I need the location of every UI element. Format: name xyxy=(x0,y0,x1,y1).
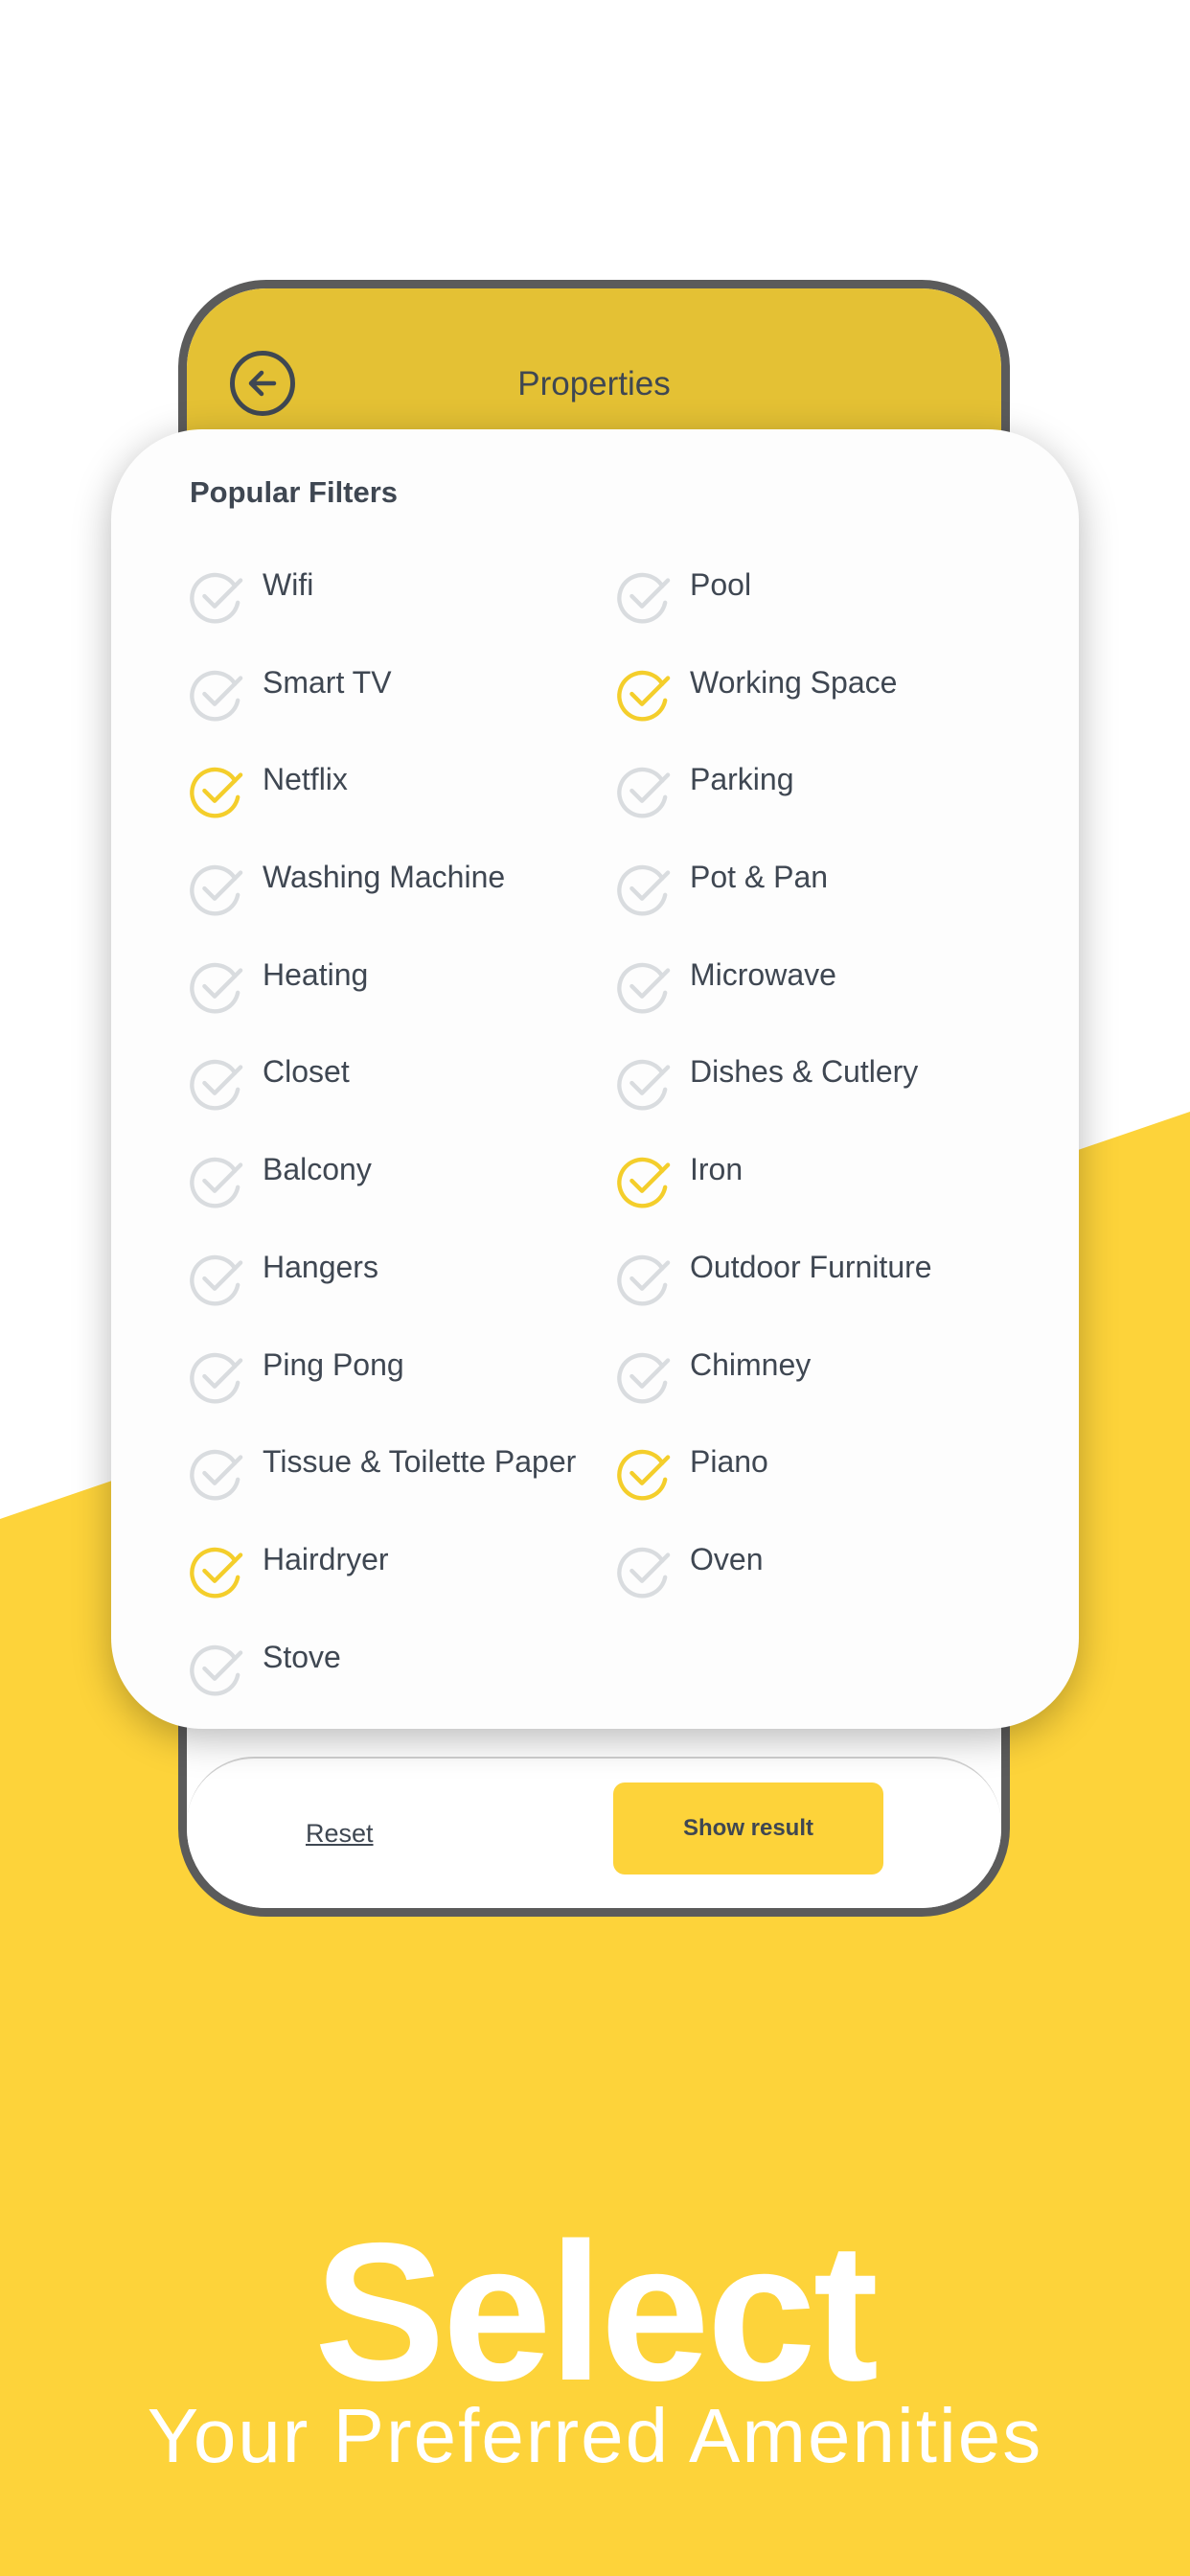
filter-label: Stove xyxy=(263,1639,341,1674)
unchecked-icon[interactable] xyxy=(188,1642,243,1697)
filter-label: Pool xyxy=(690,567,752,602)
filter-item[interactable]: Smart TV xyxy=(188,663,615,761)
filter-item[interactable]: Hairdryer xyxy=(188,1540,615,1638)
filter-label: Outdoor Furniture xyxy=(690,1249,932,1284)
filter-label: Balcony xyxy=(263,1152,372,1187)
unchecked-icon[interactable] xyxy=(188,1349,243,1405)
filter-item[interactable]: Netflix xyxy=(188,760,615,858)
filter-label: Piano xyxy=(690,1444,768,1480)
filter-label: Heating xyxy=(263,956,369,992)
filter-item[interactable]: Parking xyxy=(615,760,1041,858)
filter-label: Dishes & Cutlery xyxy=(690,1054,919,1090)
filter-section-title: Popular Filters xyxy=(190,475,399,509)
unchecked-icon[interactable] xyxy=(188,862,243,917)
filter-label: Hairdryer xyxy=(263,1541,389,1576)
unchecked-icon[interactable] xyxy=(188,1056,243,1112)
filter-label: Netflix xyxy=(263,762,348,797)
filter-item[interactable]: Piano xyxy=(615,1442,1041,1540)
checked-icon[interactable] xyxy=(188,764,243,819)
filter-item[interactable]: Iron xyxy=(615,1150,1041,1248)
filter-item[interactable]: Pool xyxy=(615,565,1041,663)
filter-label: Hangers xyxy=(263,1249,378,1284)
unchecked-icon[interactable] xyxy=(615,862,671,917)
filter-label: Washing Machine xyxy=(263,860,506,895)
filter-card: Popular Filters Wifi Pool Smart TV Working … xyxy=(111,429,1079,1729)
unchecked-icon[interactable] xyxy=(188,1446,243,1502)
unchecked-icon[interactable] xyxy=(615,1544,671,1599)
unchecked-icon[interactable] xyxy=(188,1252,243,1307)
filter-item[interactable]: Ping Pong xyxy=(188,1346,615,1443)
filter-item[interactable]: Stove xyxy=(188,1638,615,1736)
filter-label: Microwave xyxy=(690,956,836,992)
promo-subtitle: Your Preferred Amenities xyxy=(147,2393,1043,2478)
filter-label: Closet xyxy=(263,1054,350,1090)
filter-item[interactable]: Heating xyxy=(188,955,615,1053)
filter-item[interactable]: Pot & Pan xyxy=(615,858,1041,955)
unchecked-icon[interactable] xyxy=(188,569,243,625)
filter-item[interactable]: Dishes & Cutlery xyxy=(615,1052,1041,1150)
filter-item[interactable]: Closet xyxy=(188,1052,615,1150)
page-title: Properties xyxy=(517,365,671,402)
filter-label: Chimney xyxy=(690,1346,812,1382)
unchecked-icon[interactable] xyxy=(188,667,243,723)
filter-item[interactable]: Balcony xyxy=(188,1150,615,1248)
unchecked-icon[interactable] xyxy=(188,1154,243,1209)
filter-label: Iron xyxy=(690,1152,744,1187)
unchecked-icon[interactable] xyxy=(615,959,671,1015)
filter-label: Parking xyxy=(690,762,794,797)
unchecked-icon[interactable] xyxy=(615,1056,671,1112)
filter-list: Wifi Pool Smart TV Working Space Netflix Park… xyxy=(188,565,1041,1735)
reset-button[interactable]: Reset xyxy=(306,1819,374,1849)
unchecked-icon[interactable] xyxy=(615,764,671,819)
filter-item[interactable]: Working Space xyxy=(615,663,1041,761)
unchecked-icon[interactable] xyxy=(188,959,243,1015)
filter-item[interactable]: Outdoor Furniture xyxy=(615,1248,1041,1346)
unchecked-icon[interactable] xyxy=(615,1349,671,1405)
filter-label: Wifi xyxy=(263,567,314,602)
checked-icon[interactable] xyxy=(188,1544,243,1599)
filter-label: Tissue & Toilette Paper xyxy=(263,1444,577,1480)
filter-item[interactable]: Chimney xyxy=(615,1346,1041,1443)
checked-icon[interactable] xyxy=(615,1154,671,1209)
filter-item[interactable]: Hangers xyxy=(188,1248,615,1346)
filter-label: Oven xyxy=(690,1541,764,1576)
filter-label: Pot & Pan xyxy=(690,860,829,895)
checked-icon[interactable] xyxy=(615,667,671,723)
show-result-button[interactable]: Show result xyxy=(613,1782,883,1874)
filter-item[interactable]: Wifi xyxy=(188,565,615,663)
filter-label: Smart TV xyxy=(263,664,392,700)
promo-title: Select xyxy=(314,2202,879,2422)
filter-item[interactable]: Oven xyxy=(615,1540,1041,1638)
filter-item[interactable]: Microwave xyxy=(615,955,1041,1053)
unchecked-icon[interactable] xyxy=(615,569,671,625)
filter-label: Ping Pong xyxy=(263,1346,404,1382)
filter-label: Working Space xyxy=(690,664,898,700)
filter-item[interactable]: Washing Machine xyxy=(188,858,615,955)
filter-item[interactable]: Tissue & Toilette Paper xyxy=(188,1442,615,1540)
checked-icon[interactable] xyxy=(615,1446,671,1502)
unchecked-icon[interactable] xyxy=(615,1252,671,1307)
